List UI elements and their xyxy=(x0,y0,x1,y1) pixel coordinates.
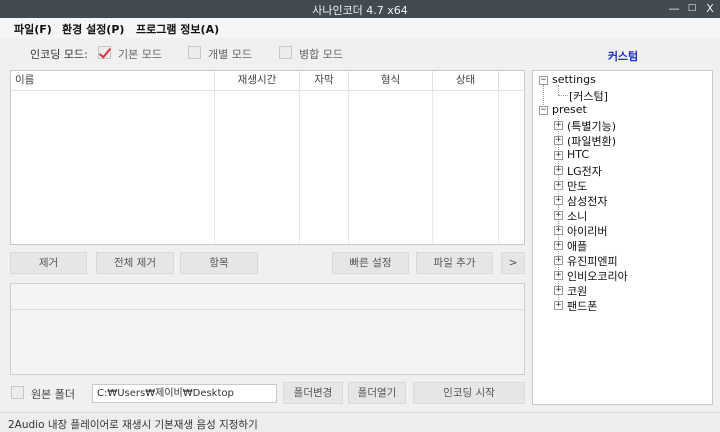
menu-file[interactable]: 파일(F) xyxy=(14,21,52,37)
individual-mode-label: 개별 모드 xyxy=(208,48,252,61)
column-header-status[interactable]: 상태 xyxy=(433,71,499,91)
tree-node-preset-item[interactable]: HTC xyxy=(567,148,589,161)
info-panel-header xyxy=(11,284,524,310)
remove-button[interactable]: 제거 xyxy=(10,252,87,274)
tree-node-preset-item[interactable]: 삼성전자 xyxy=(567,193,607,209)
merge-mode-checkbox[interactable] xyxy=(279,46,292,59)
expand-icon[interactable]: + xyxy=(554,256,563,265)
expand-icon[interactable]: + xyxy=(554,226,563,235)
tree-node-preset-item[interactable]: 소니 xyxy=(567,208,587,224)
expand-icon[interactable]: + xyxy=(554,241,563,250)
output-folder-path[interactable]: C:₩Users₩제이비₩Desktop xyxy=(92,384,277,403)
start-encoding-button[interactable]: 인코딩 시작 xyxy=(413,382,525,404)
preset-panel-title: 커스텀 xyxy=(607,50,639,63)
minimize-button[interactable]: — xyxy=(664,0,684,18)
expand-icon[interactable]: + xyxy=(554,166,563,175)
info-panel xyxy=(10,283,525,375)
expand-icon[interactable]: + xyxy=(554,136,563,145)
column-header-format[interactable]: 형식 xyxy=(349,71,433,91)
tree-node-custom[interactable]: [커스텀] xyxy=(569,88,608,104)
change-folder-button[interactable]: 폴더변경 xyxy=(283,382,343,404)
tree-node-preset-item[interactable]: 코원 xyxy=(567,283,587,299)
remove-all-button[interactable]: 전체 제거 xyxy=(96,252,174,274)
status-bar: 2Audio 내장 플레이어로 재생시 기본재생 음성 지정하기 xyxy=(0,412,720,432)
tree-node-preset[interactable]: preset xyxy=(552,103,587,116)
close-button[interactable]: X xyxy=(700,0,720,18)
original-folder-checkbox[interactable] xyxy=(11,386,24,399)
column-header-filler xyxy=(499,71,525,91)
merge-mode-label: 병합 모드 xyxy=(299,48,343,61)
expand-icon[interactable]: + xyxy=(554,121,563,130)
tree-connector xyxy=(558,85,559,95)
menu-bar: 파일(F) 환경 설정(P) 프로그램 정보(A) xyxy=(0,18,720,38)
tree-node-preset-item[interactable]: 인비오코리아 xyxy=(567,268,628,284)
basic-mode-label: 기본 모드 xyxy=(118,48,162,61)
expand-icon[interactable]: + xyxy=(554,211,563,220)
expand-icon[interactable]: + xyxy=(554,196,563,205)
tree-node-preset-item[interactable]: LG전자 xyxy=(567,163,602,179)
column-divider xyxy=(299,91,300,244)
more-button[interactable]: > xyxy=(501,252,525,274)
original-folder-label: 원본 폴더 xyxy=(31,388,75,401)
tree-node-preset-item[interactable]: 팬드폰 xyxy=(567,298,597,314)
expand-icon[interactable]: + xyxy=(554,181,563,190)
menu-settings[interactable]: 환경 설정(P) xyxy=(62,21,124,37)
column-divider xyxy=(432,91,433,244)
individual-mode-checkbox[interactable] xyxy=(188,46,201,59)
expand-icon[interactable]: + xyxy=(554,301,563,310)
preset-tree[interactable]: − settings [커스텀] − preset + (특별기능) + (파일… xyxy=(532,70,713,405)
expand-icon[interactable]: + xyxy=(554,271,563,280)
tree-node-settings[interactable]: settings xyxy=(552,73,596,86)
tree-node-preset-item[interactable]: (특별기능) xyxy=(567,118,616,134)
maximize-button[interactable]: □ xyxy=(682,0,702,18)
add-file-button[interactable]: 파일 추가 xyxy=(416,252,493,274)
encoding-mode-label: 인코딩 모드: xyxy=(30,48,88,61)
tree-node-preset-item[interactable]: 아이리버 xyxy=(567,223,607,239)
column-divider xyxy=(498,91,499,244)
expand-icon[interactable]: + xyxy=(554,151,563,160)
column-divider xyxy=(214,91,215,244)
quick-settings-button[interactable]: 빠른 설정 xyxy=(332,252,409,274)
column-divider xyxy=(348,91,349,244)
window-title: 사나인코더 4.7 x64 xyxy=(312,4,408,17)
menu-about[interactable]: 프로그램 정보(A) xyxy=(136,21,219,37)
expand-icon[interactable]: + xyxy=(554,286,563,295)
tree-node-preset-item[interactable]: (파일변환) xyxy=(567,133,616,149)
basic-mode-checkbox[interactable] xyxy=(98,46,111,59)
tree-node-preset-item[interactable]: 만도 xyxy=(567,178,587,194)
status-text: 2Audio 내장 플레이어로 재생시 기본재생 음성 지정하기 xyxy=(8,419,258,431)
title-bar: 사나인코더 4.7 x64 — □ X xyxy=(0,0,720,18)
column-header-duration[interactable]: 재생시간 xyxy=(215,71,300,91)
open-folder-button[interactable]: 폴더열기 xyxy=(348,382,406,404)
collapse-settings-icon[interactable]: − xyxy=(539,76,548,85)
tree-node-preset-item[interactable]: 애플 xyxy=(567,238,587,254)
tree-connector xyxy=(558,95,568,96)
collapse-preset-icon[interactable]: − xyxy=(539,106,548,115)
file-list-table[interactable]: 이름 재생시간 자막 형식 상태 xyxy=(10,70,525,245)
column-header-name[interactable]: 이름 xyxy=(11,71,215,91)
column-header-subtitle[interactable]: 자막 xyxy=(300,71,349,91)
items-button[interactable]: 항목 xyxy=(180,252,258,274)
tree-node-preset-item[interactable]: 유진피엔피 xyxy=(567,253,618,269)
